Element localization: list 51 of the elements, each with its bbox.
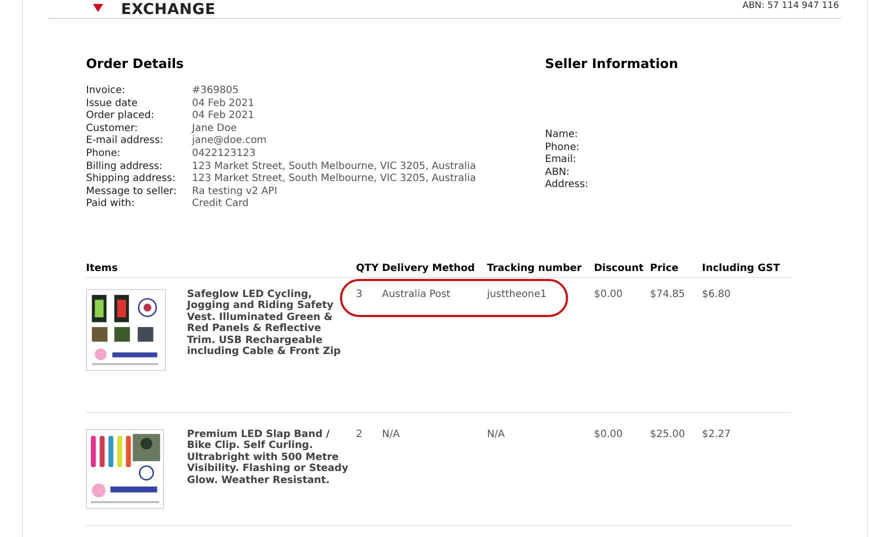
field-label: Paid with: xyxy=(86,198,136,211)
field-label: Shipping address: xyxy=(86,173,176,186)
table-cell-text: N/A xyxy=(487,428,506,442)
field-label: ABN: xyxy=(545,166,571,179)
table-cell-text: Australia Post xyxy=(382,288,452,302)
column-header: Discount xyxy=(594,262,644,275)
table-cell-text: $0.00 xyxy=(594,428,624,442)
field-value: 04 Feb 2021 xyxy=(192,98,256,110)
field-value: 123 Market Street, South Melbourne, VIC 3205, Australia xyxy=(192,160,477,173)
field-label: Billing address: xyxy=(86,160,164,173)
table-cell-text: N/A xyxy=(382,428,401,442)
logo-icon xyxy=(93,4,103,12)
table-cell-text: $74.85 xyxy=(650,288,686,302)
field-value: #369805 xyxy=(192,85,240,98)
abn-text: ABN: 57 114 947 116 xyxy=(742,1,839,11)
section-title: Order Details xyxy=(86,57,185,73)
field-label: Name: xyxy=(545,129,579,142)
field-value: Ra testing v2 API xyxy=(192,186,278,198)
field-label: E-mail address: xyxy=(86,135,164,148)
field-value: Credit Card xyxy=(192,198,250,211)
column-header: Price xyxy=(650,262,680,275)
table-cell-text: $0.00 xyxy=(594,288,624,302)
field-value: 04 Feb 2021 xyxy=(192,110,256,123)
field-value: Jane Doe xyxy=(192,122,238,135)
field-label: Message to seller: xyxy=(86,186,178,198)
column-header: Delivery Method xyxy=(382,262,476,275)
field-label: Phone: xyxy=(545,142,580,154)
field-label: Address: xyxy=(545,179,590,192)
table-cell-text: $2.27 xyxy=(702,428,732,442)
section-title: Seller Information xyxy=(545,57,678,73)
table-cell-text: $25.00 xyxy=(650,428,686,442)
field-label: Order placed: xyxy=(86,110,156,123)
field-value: 0422123123 xyxy=(192,148,257,161)
column-header: Including GST xyxy=(702,262,781,275)
table-cell-text: $6.80 xyxy=(702,288,732,302)
field-value: 123 Market Street, South Melbourne, VIC 3205, Australia xyxy=(192,173,477,186)
table-cell-text: 3 xyxy=(356,288,364,302)
field-label: Customer: xyxy=(86,122,139,135)
column-header: Tracking number xyxy=(487,262,583,275)
field-label: Invoice: xyxy=(86,85,126,98)
column-header: QTY xyxy=(356,262,380,275)
field-label: Issue date xyxy=(86,98,139,110)
field-value: jane@doe.com xyxy=(192,135,268,148)
table-cell-text: justtheone1 xyxy=(487,288,548,302)
field-label: Email: xyxy=(545,154,578,167)
item-description: Premium LED Slap Band / Bike Clip. Self Curling. Ultrabright with 500 Metre Visibility. Flashing or Steady Glow. Weather Resistant. xyxy=(187,428,350,488)
item-description: Safeglow LED Cycling, Jogging and Riding Safety Vest. Illuminated Green & Red Panels & Reflective Trim. USB Rechargeable including Cable & Front Zip xyxy=(187,288,342,360)
logo-text: EXCHANGE xyxy=(121,1,216,17)
column-header: Items xyxy=(86,262,119,275)
table-cell-text: 2 xyxy=(356,428,364,442)
field-label: Phone: xyxy=(86,148,122,161)
